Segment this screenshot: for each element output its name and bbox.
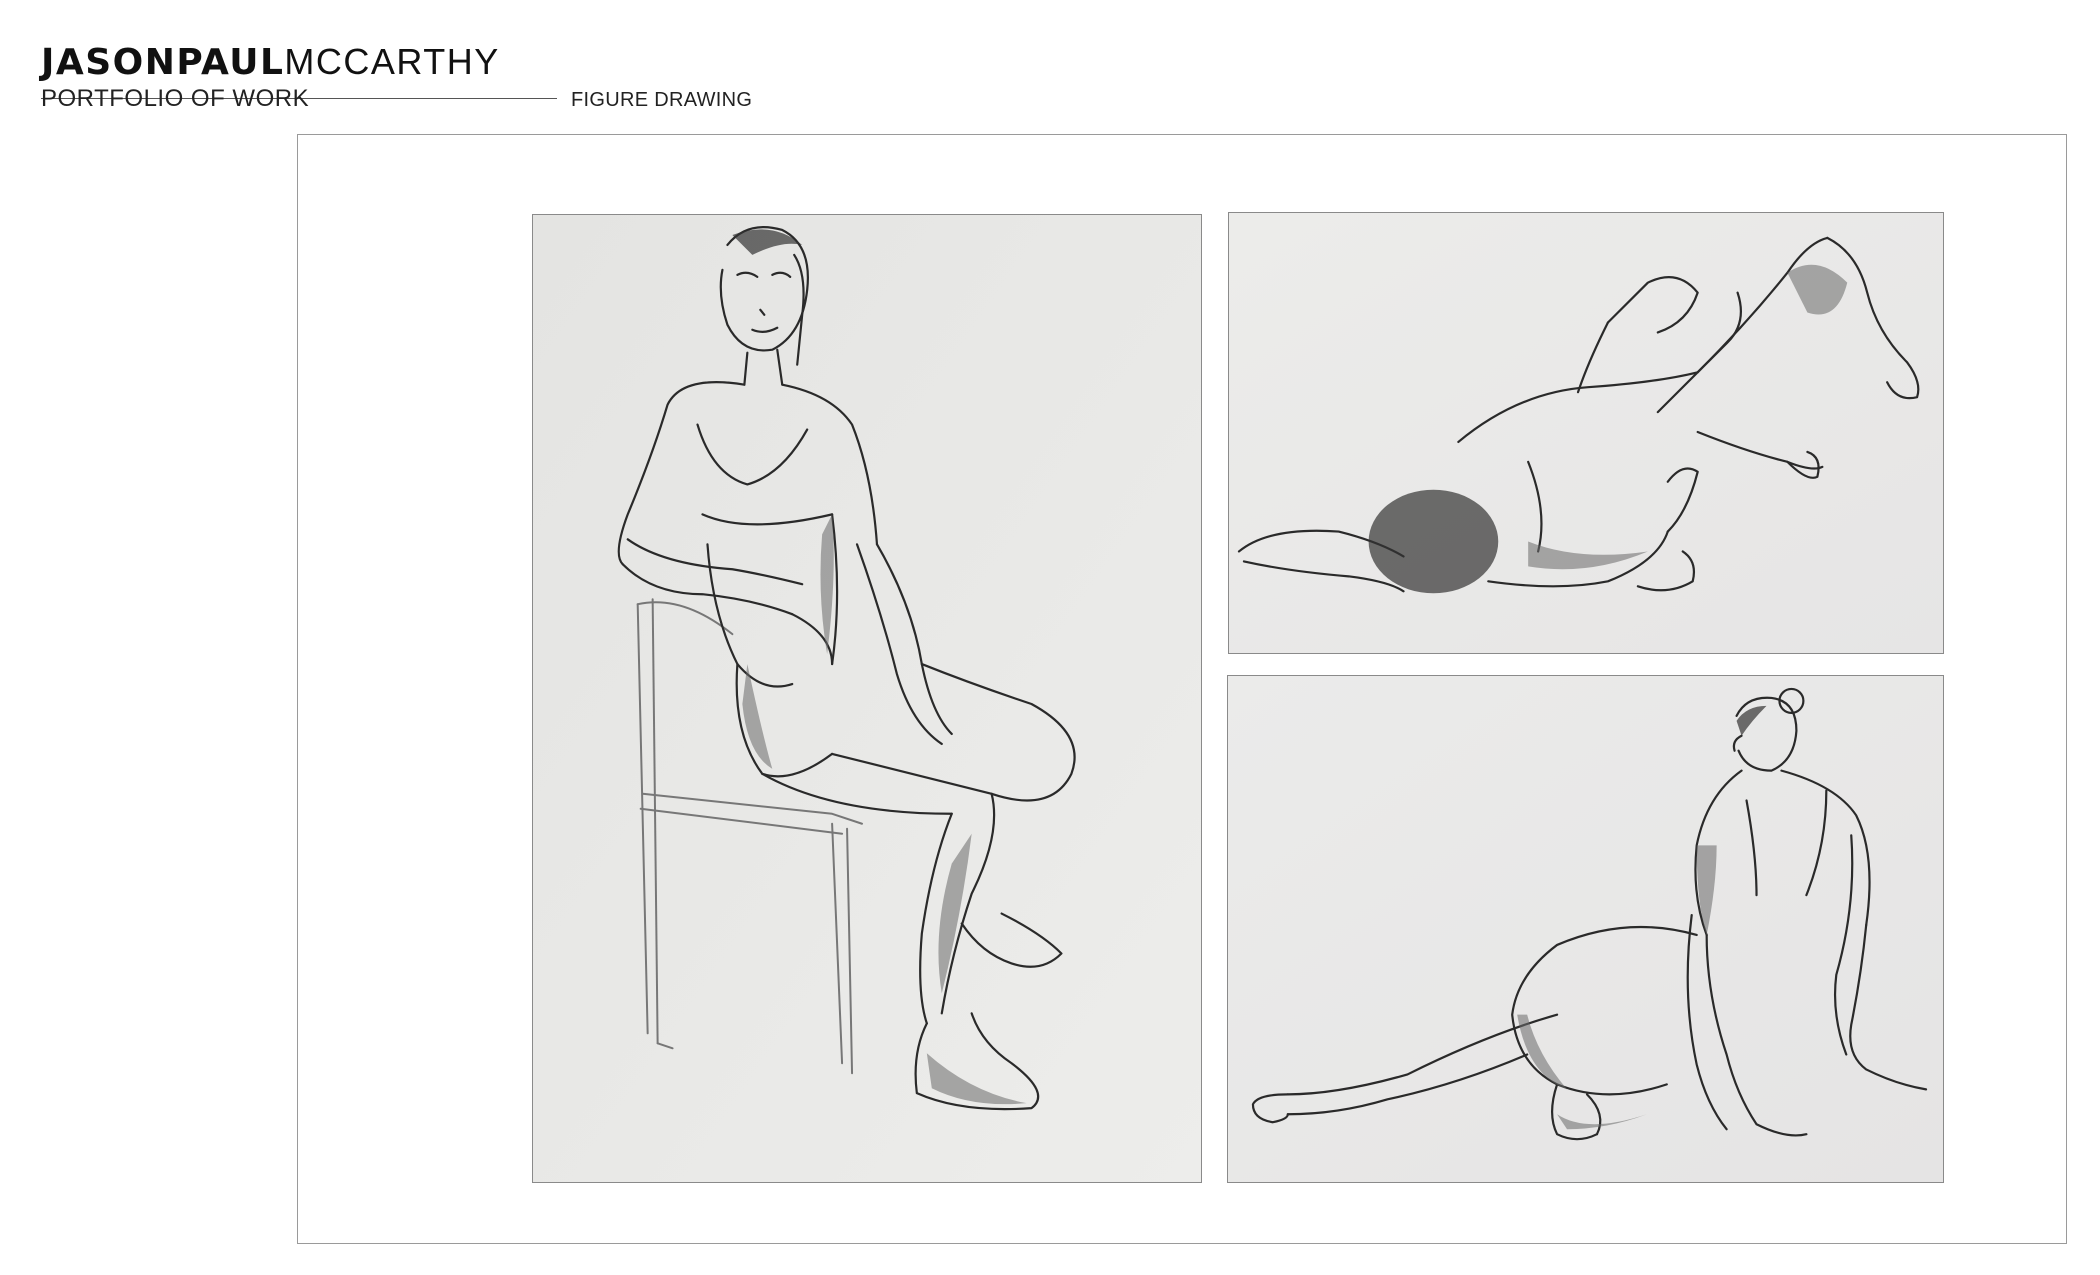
drawing-floor-seated-figure <box>1227 675 1944 1183</box>
artist-name: JASONPAULMCCARTHY <box>41 40 500 85</box>
portfolio-subtitle: PORTFOLIO OF WORK <box>41 85 310 112</box>
artist-name-last: MCCARTHY <box>284 41 500 82</box>
drawing-seated-figure <box>532 214 1202 1183</box>
portfolio-header: JASONPAULMCCARTHY PORTFOLIO OF WORK FIGU… <box>41 40 801 120</box>
drawing-reclining-figure <box>1228 212 1944 654</box>
section-title: FIGURE DRAWING <box>571 89 753 111</box>
artist-name-first: JASONPAUL <box>41 42 285 83</box>
